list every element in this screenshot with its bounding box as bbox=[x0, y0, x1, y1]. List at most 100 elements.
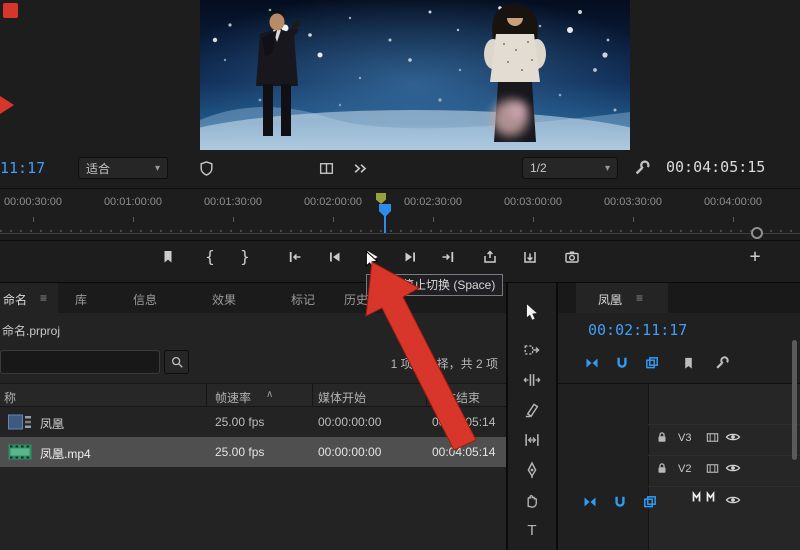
settings-wrench-icon[interactable] bbox=[632, 158, 652, 178]
export-frame-button[interactable] bbox=[559, 244, 585, 270]
add-marker-button[interactable] bbox=[678, 353, 698, 373]
timeline-ruler[interactable]: 00:00:30:00 00:01:00:00 00:01:30:00 00:0… bbox=[0, 196, 800, 240]
tab-effects[interactable]: 效果 bbox=[212, 291, 236, 308]
eye-icon bbox=[725, 429, 741, 445]
track-lock-toggle[interactable] bbox=[654, 460, 670, 476]
tools-panel: T bbox=[508, 283, 556, 550]
vertical-scrollbar[interactable] bbox=[792, 340, 797, 460]
step-forward-button[interactable] bbox=[397, 244, 423, 270]
nest-icon bbox=[584, 355, 600, 371]
tab-info[interactable]: 信息 bbox=[133, 291, 157, 308]
safe-margins-icon[interactable] bbox=[196, 158, 216, 178]
go-to-out-button[interactable] bbox=[435, 244, 461, 270]
hand-tool[interactable] bbox=[520, 488, 544, 512]
item-media-start: 00:00:00:00 bbox=[318, 415, 381, 429]
lock-icon bbox=[655, 461, 669, 475]
track-label-v2[interactable]: V2 bbox=[678, 463, 691, 475]
track-output-toggle[interactable] bbox=[724, 459, 742, 477]
timeline-panel: 凤凰 ≡ 00:02:11:17 V3 V2 bbox=[558, 283, 800, 550]
ruler-label: 00:00:30:00 bbox=[0, 196, 73, 208]
extract-button[interactable] bbox=[517, 244, 543, 270]
track-output-toggle[interactable] bbox=[724, 491, 742, 509]
table-header: 称 帧速率 ∧ 媒体开始 媒体结束 bbox=[0, 383, 506, 407]
sync-lock-toggle[interactable] bbox=[704, 429, 720, 445]
search-input[interactable] bbox=[0, 350, 160, 374]
pen-icon bbox=[523, 461, 541, 479]
go-to-in-button[interactable] bbox=[282, 244, 308, 270]
clip-label-glyph bbox=[706, 491, 716, 503]
lift-button[interactable] bbox=[477, 244, 503, 270]
film-frame-icon bbox=[705, 461, 720, 476]
ruler-label: 00:02:00:00 bbox=[293, 196, 373, 208]
table-row-sequence[interactable]: 凤凰 25.00 fps 00:00:00:00 00:04:05:14 bbox=[0, 407, 506, 437]
tab-project[interactable]: 命名 bbox=[3, 291, 27, 308]
nest-icon bbox=[582, 494, 598, 510]
premiere-pro-window: 11:17 适合 ▾ 1/2 ▾ 00:04:05:15 00:00:30:00… bbox=[0, 0, 800, 550]
sequence-icon bbox=[8, 414, 32, 430]
mark-in-icon: { bbox=[205, 249, 215, 265]
zoom-scrollbar-handle[interactable] bbox=[751, 227, 763, 239]
zoom-level-select[interactable]: 适合 ▾ bbox=[78, 157, 168, 179]
linked-selection-toggle[interactable] bbox=[642, 353, 662, 373]
magnet-icon bbox=[614, 355, 630, 371]
panel-menu-icon[interactable]: ≡ bbox=[40, 291, 47, 305]
playback-resolution-select[interactable]: 1/2 ▾ bbox=[522, 157, 618, 179]
slip-tool[interactable] bbox=[520, 428, 544, 452]
search-icon bbox=[170, 355, 184, 369]
nest-sequence-toggle[interactable] bbox=[582, 353, 602, 373]
lift-icon bbox=[482, 249, 498, 265]
tab-libraries[interactable]: 库 bbox=[75, 291, 87, 308]
tab-markers[interactable]: 标记 bbox=[291, 291, 315, 308]
table-row-clip-selected[interactable]: 凤凰.mp4 25.00 fps 00:00:00:00 00:04:05:14 bbox=[0, 437, 506, 467]
nest-sequence-toggle[interactable] bbox=[580, 492, 600, 512]
wrench-icon bbox=[714, 355, 730, 371]
ripple-edit-icon bbox=[523, 371, 541, 389]
ripple-edit-tool[interactable] bbox=[520, 368, 544, 392]
chevron-down-icon: ▾ bbox=[605, 163, 610, 174]
razor-tool[interactable] bbox=[520, 398, 544, 422]
comparison-view-icon[interactable] bbox=[316, 158, 336, 178]
camera-icon bbox=[564, 249, 580, 265]
link-icon bbox=[644, 355, 660, 371]
playhead-timecode[interactable]: 11:17 bbox=[0, 159, 45, 177]
selection-tool[interactable] bbox=[520, 300, 544, 324]
zoom-level-value: 适合 bbox=[86, 160, 110, 177]
button-editor-button[interactable]: + bbox=[742, 244, 768, 270]
column-frame-rate[interactable]: 帧速率 bbox=[215, 389, 251, 406]
snap-toggle[interactable] bbox=[612, 353, 632, 373]
timeline-settings-button[interactable] bbox=[712, 353, 732, 373]
chevron-down-icon: ▾ bbox=[155, 163, 160, 174]
panel-menu-icon[interactable]: ≡ bbox=[636, 291, 643, 305]
column-media-end[interactable]: 媒体结束 bbox=[432, 389, 480, 406]
type-tool[interactable]: T bbox=[520, 518, 544, 542]
mark-out-icon: } bbox=[240, 249, 250, 265]
eye-icon bbox=[725, 492, 741, 508]
track-label-v3[interactable]: V3 bbox=[678, 432, 691, 444]
mark-in-button[interactable]: { bbox=[197, 244, 223, 270]
column-media-start[interactable]: 媒体开始 bbox=[318, 389, 366, 406]
go-to-in-icon bbox=[287, 249, 303, 265]
track-lock-toggle[interactable] bbox=[654, 429, 670, 445]
column-name[interactable]: 称 bbox=[4, 389, 16, 406]
zoom-scrollbar[interactable] bbox=[0, 233, 800, 234]
track-output-toggle[interactable] bbox=[724, 428, 742, 446]
marker-icon bbox=[681, 356, 696, 371]
sequence-timecode[interactable]: 00:02:11:17 bbox=[588, 321, 687, 339]
linked-selection-toggle[interactable] bbox=[640, 492, 660, 512]
step-back-button[interactable] bbox=[322, 244, 348, 270]
mark-out-button[interactable]: } bbox=[232, 244, 258, 270]
search-button[interactable] bbox=[164, 350, 189, 374]
clip-marker[interactable] bbox=[376, 193, 386, 204]
playback-resolution-value: 1/2 bbox=[530, 161, 547, 175]
item-frame-rate: 25.00 fps bbox=[215, 445, 264, 459]
pen-tool[interactable] bbox=[520, 458, 544, 482]
item-media-end: 00:04:05:14 bbox=[432, 415, 495, 429]
snap-toggle[interactable] bbox=[610, 492, 630, 512]
track-select-tool[interactable] bbox=[520, 338, 544, 362]
film-frame-icon bbox=[705, 430, 720, 445]
sync-lock-toggle[interactable] bbox=[704, 460, 720, 476]
tab-sequence[interactable]: 凤凰 bbox=[598, 291, 622, 308]
item-name: 凤凰.mp4 bbox=[40, 445, 91, 462]
add-marker-button[interactable] bbox=[155, 244, 181, 270]
multicam-icon[interactable] bbox=[350, 158, 370, 178]
